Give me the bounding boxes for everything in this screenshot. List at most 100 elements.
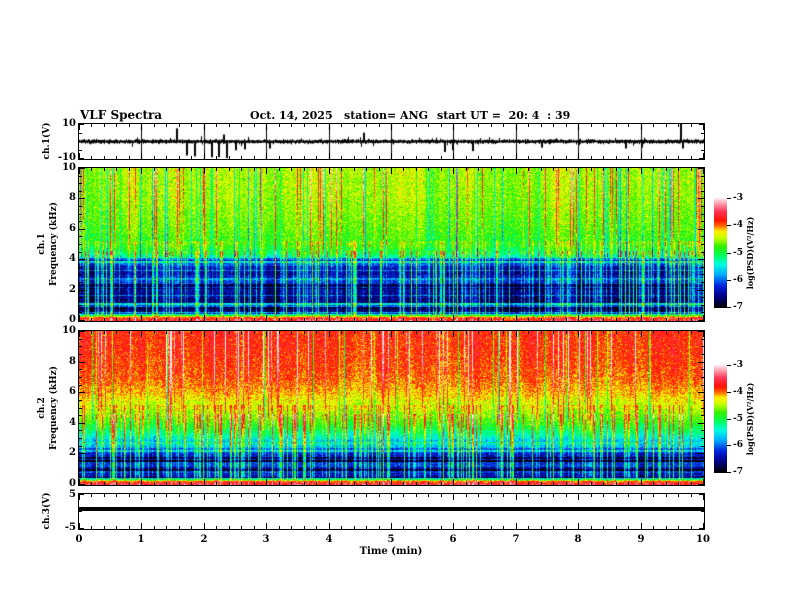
figure-date: Oct. 14, 2025: [250, 109, 333, 122]
x-tick: [503, 526, 504, 529]
x-tick: [566, 526, 567, 529]
y-tick: [701, 252, 704, 253]
x-tick: [304, 156, 305, 159]
x-tick: [216, 168, 217, 171]
x-tick: [316, 526, 317, 529]
x-tick: [553, 494, 554, 497]
y-tick: [701, 236, 704, 237]
y-tick: [701, 354, 704, 355]
figure-start-ut: start UT = 20: 4 : 39: [437, 109, 571, 122]
x-tick: [179, 156, 180, 159]
y-tick: [79, 438, 82, 439]
colorbar-1-tick: [727, 280, 731, 281]
x-tick: [366, 156, 367, 159]
x-tick: [528, 168, 529, 171]
x-tick: [591, 482, 592, 485]
x-tick: [516, 523, 517, 529]
y-tick: [79, 236, 82, 237]
x-tick: [279, 526, 280, 529]
x-tick: [666, 494, 667, 497]
x-tick: [603, 168, 604, 171]
x-tick: [466, 318, 467, 321]
x-tick: [91, 318, 92, 321]
x-tick: [366, 526, 367, 529]
x-tick: [329, 315, 330, 321]
x-tick: [528, 482, 529, 485]
x-tick: [166, 318, 167, 321]
x-tick: [379, 526, 380, 529]
x-tick: [541, 494, 542, 497]
y-tick: [79, 267, 82, 268]
x-tick: [491, 124, 492, 127]
colorbar-2-tick-label: -5: [733, 414, 743, 424]
x-tick: [354, 156, 355, 159]
x-tick: [329, 479, 330, 485]
x-tick: [428, 494, 429, 497]
x-tick: [566, 331, 567, 334]
colorbar-2-tick-label: -3: [733, 360, 743, 370]
x-tick: [141, 331, 142, 337]
x-tick: [379, 482, 380, 485]
x-tick: [591, 331, 592, 334]
x-tick: [204, 124, 205, 130]
x-tick: [491, 331, 492, 334]
x-tick: [641, 168, 642, 174]
y-tick: [701, 214, 704, 215]
x-tick: [628, 526, 629, 529]
x-tick: [403, 124, 404, 127]
y-tick: [701, 377, 704, 378]
y-tick: [79, 274, 82, 275]
x-tick: [566, 156, 567, 159]
x-tick: [416, 526, 417, 529]
spec2-ytick-label: 4: [69, 417, 76, 428]
x-tick: [154, 124, 155, 127]
x-tick: [691, 156, 692, 159]
x-tick: [391, 494, 392, 500]
colorbar-2-tick: [727, 392, 731, 393]
x-tick: [691, 494, 692, 497]
y-tick: [79, 133, 82, 134]
x-tick: [166, 494, 167, 497]
x-tick: [279, 494, 280, 497]
y-tick: [699, 158, 704, 159]
x-tick: [279, 482, 280, 485]
x-tick: [216, 331, 217, 334]
x-tick: [653, 482, 654, 485]
x-tick: [366, 482, 367, 485]
x-tick: [678, 318, 679, 321]
x-tick: [241, 168, 242, 171]
y-tick: [79, 354, 82, 355]
y-tick: [701, 191, 704, 192]
x-tick: [116, 318, 117, 321]
x-tick: [416, 156, 417, 159]
y-tick: [79, 198, 85, 199]
x-tick: [616, 168, 617, 171]
y-tick: [701, 385, 704, 386]
x-tick: [316, 156, 317, 159]
x-tick: [628, 124, 629, 127]
x-tick: [603, 494, 604, 497]
x-tick: [341, 318, 342, 321]
y-tick: [79, 430, 82, 431]
colorbar-1-tick-label: -4: [733, 220, 743, 230]
x-tick: [566, 494, 567, 497]
x-tick: [491, 168, 492, 171]
x-tick: [541, 156, 542, 159]
y-tick: [79, 494, 84, 495]
x-tick: [653, 494, 654, 497]
x-tick: [578, 331, 579, 337]
x-tick: [179, 168, 180, 171]
x-tick: [154, 318, 155, 321]
y-tick: [79, 377, 82, 378]
wave-ytick-top: 10: [62, 118, 76, 129]
x-tick: [179, 124, 180, 127]
y-tick: [701, 141, 704, 142]
x-tick: [441, 168, 442, 171]
x-tick: [628, 331, 629, 334]
x-tick: [666, 331, 667, 334]
x-tick: [141, 479, 142, 485]
x-tick: [279, 124, 280, 127]
x-tick: [653, 124, 654, 127]
x-tick: [566, 482, 567, 485]
x-tick: [104, 331, 105, 334]
